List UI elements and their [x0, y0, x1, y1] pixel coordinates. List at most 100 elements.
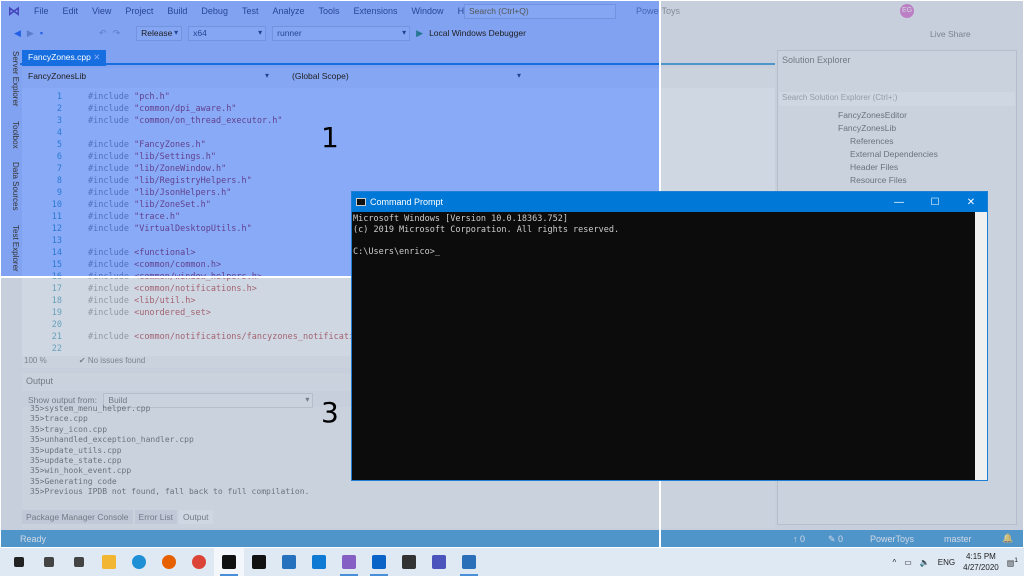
clock[interactable]: 4:15 PM 4/27/2020 — [963, 551, 999, 573]
menu-file[interactable]: File — [34, 6, 49, 16]
debugger-button[interactable]: Local Windows Debugger — [429, 28, 526, 38]
file-explorer-icon[interactable] — [94, 548, 124, 576]
snipping-tool-icon[interactable] — [454, 548, 484, 576]
minimize-button[interactable]: — — [883, 197, 915, 208]
code-line[interactable]: #include "FancyZones.h" — [88, 140, 206, 150]
test-explorer-tab[interactable]: Test Explorer — [0, 225, 20, 272]
tree-item[interactable]: Resource Files — [850, 175, 907, 185]
task-view-icon[interactable] — [64, 548, 94, 576]
back-icon[interactable]: ◀ — [14, 28, 21, 39]
tree-item[interactable]: References — [850, 136, 893, 146]
close-button[interactable]: ✕ — [955, 197, 987, 208]
title-bar[interactable]: Command Prompt — ☐ ✕ — [352, 192, 987, 212]
code-line[interactable] — [88, 344, 93, 354]
code-line[interactable]: #include <functional> — [88, 248, 196, 258]
push-count[interactable]: ↑ 0 — [793, 534, 805, 544]
powershell-icon[interactable] — [274, 548, 304, 576]
notification-center-icon[interactable]: ▤1 — [1007, 557, 1018, 568]
menu-tools[interactable]: Tools — [319, 6, 340, 16]
code-line[interactable] — [88, 320, 93, 330]
code-line[interactable]: #include <common/window_helpers.h> — [88, 272, 262, 282]
menu-debug[interactable]: Debug — [201, 6, 228, 16]
redo-icon[interactable]: ↷ — [113, 28, 121, 39]
outlook-icon[interactable] — [364, 548, 394, 576]
menu-view[interactable]: View — [92, 6, 111, 16]
platform-dropdown[interactable]: x64 — [188, 25, 267, 41]
solution-search-input[interactable]: Search Solution Explorer (Ctrl+;) — [779, 92, 1015, 106]
data-sources-tab[interactable]: Data Sources — [0, 162, 20, 210]
search-input[interactable]: Search (Ctrl+Q) — [464, 4, 616, 19]
code-line[interactable]: #include <unordered_set> — [88, 308, 211, 318]
save-icon[interactable]: ▪ — [40, 28, 43, 38]
tab-package-manager-console[interactable]: Package Manager Console — [22, 510, 133, 524]
forward-icon[interactable]: ▶ — [27, 28, 34, 39]
undo-icon[interactable]: ↶ — [99, 28, 107, 39]
vscode-icon[interactable] — [304, 548, 334, 576]
volume-icon[interactable]: 🔈 — [920, 558, 930, 567]
bell-icon[interactable]: 🔔 — [1002, 533, 1013, 544]
code-line[interactable]: #include "common/dpi_aware.h" — [88, 104, 236, 114]
console-output[interactable]: Microsoft Windows [Version 10.0.18363.75… — [353, 214, 619, 258]
config-dropdown[interactable]: Release — [136, 25, 183, 41]
chevron-up-icon[interactable]: ^ — [893, 558, 897, 567]
command-prompt-window[interactable]: Command Prompt — ☐ ✕ Microsoft Windows [… — [351, 191, 988, 481]
menu-project[interactable]: Project — [125, 6, 153, 16]
teams-icon[interactable] — [424, 548, 454, 576]
project-dropdown[interactable]: FancyZonesLib — [24, 70, 272, 85]
command-prompt-icon[interactable] — [214, 548, 244, 576]
menu-test[interactable]: Test — [242, 6, 259, 16]
menu-analyze[interactable]: Analyze — [272, 6, 304, 16]
close-icon[interactable]: ✕ — [93, 52, 100, 62]
play-icon[interactable]: ▶ — [416, 28, 423, 39]
repo-button[interactable]: PowerToys — [870, 534, 914, 544]
code-line[interactable]: #include "lib/ZoneWindow.h" — [88, 164, 226, 174]
code-line[interactable]: #include "lib/ZoneSet.h" — [88, 200, 211, 210]
output-line: 35>trace.cpp — [30, 414, 88, 424]
chrome-icon[interactable] — [184, 548, 214, 576]
avatar[interactable]: EG — [900, 4, 914, 18]
code-line[interactable]: #include "VirtualDesktopUtils.h" — [88, 224, 252, 234]
edits-count[interactable]: ✎ 0 — [828, 534, 843, 545]
tree-item[interactable]: Header Files — [850, 162, 898, 172]
menu-window[interactable]: Window — [412, 6, 444, 16]
onenote-clipper-icon[interactable] — [394, 548, 424, 576]
scope-dropdown[interactable]: (Global Scope) — [276, 70, 524, 85]
scrollbar[interactable] — [975, 212, 987, 480]
code-line[interactable]: #include "lib/JsonHelpers.h" — [88, 188, 231, 198]
tree-item[interactable]: FancyZonesLib — [838, 123, 896, 133]
menu-edit[interactable]: Edit — [63, 6, 79, 16]
code-line[interactable]: #include <lib/util.h> — [88, 296, 196, 306]
branch-button[interactable]: master — [944, 534, 972, 544]
edge-icon[interactable] — [124, 548, 154, 576]
tab-fancyzones-cpp[interactable]: FancyZones.cpp ✕ — [22, 50, 107, 66]
code-line[interactable]: #include <common/notifications/fancyzone… — [88, 332, 385, 342]
menu-build[interactable]: Build — [167, 6, 187, 16]
tree-item[interactable]: FancyZonesEditor — [838, 110, 907, 120]
code-line[interactable]: #include "pch.h" — [88, 92, 170, 102]
tab-output[interactable]: Output — [179, 510, 213, 524]
code-line[interactable]: #include "common/on_thread_executor.h" — [88, 116, 282, 126]
code-line[interactable]: #include <common/notifications.h> — [88, 284, 257, 294]
startup-dropdown[interactable]: runner — [272, 25, 411, 41]
search-icon[interactable] — [34, 548, 64, 576]
menu-extensions[interactable]: Extensions — [354, 6, 398, 16]
live-share-button[interactable]: Live Share — [930, 29, 971, 39]
visual-studio-icon[interactable] — [334, 548, 364, 576]
code-line[interactable]: #include "lib/Settings.h" — [88, 152, 216, 162]
tree-item[interactable]: External Dependencies — [850, 149, 938, 159]
language-indicator[interactable]: ENG — [938, 558, 955, 567]
terminal-icon[interactable] — [244, 548, 274, 576]
code-line[interactable]: #include "trace.h" — [88, 212, 180, 222]
firefox-icon[interactable] — [154, 548, 184, 576]
server-explorer-tab[interactable]: Server Explorer — [0, 51, 20, 107]
toolbox-tab[interactable]: Toolbox — [0, 121, 20, 149]
code-line[interactable] — [88, 236, 93, 246]
tab-error-list[interactable]: Error List — [134, 510, 178, 524]
code-line[interactable]: #include "lib/RegistryHelpers.h" — [88, 176, 252, 186]
battery-icon[interactable]: ▭ — [904, 558, 912, 567]
code-line[interactable]: #include <common/common.h> — [88, 260, 221, 270]
code-line[interactable] — [88, 128, 93, 138]
maximize-button[interactable]: ☐ — [919, 197, 951, 208]
zoom-dropdown[interactable]: 100 % — [24, 356, 47, 365]
windows-start-icon[interactable] — [4, 548, 34, 576]
